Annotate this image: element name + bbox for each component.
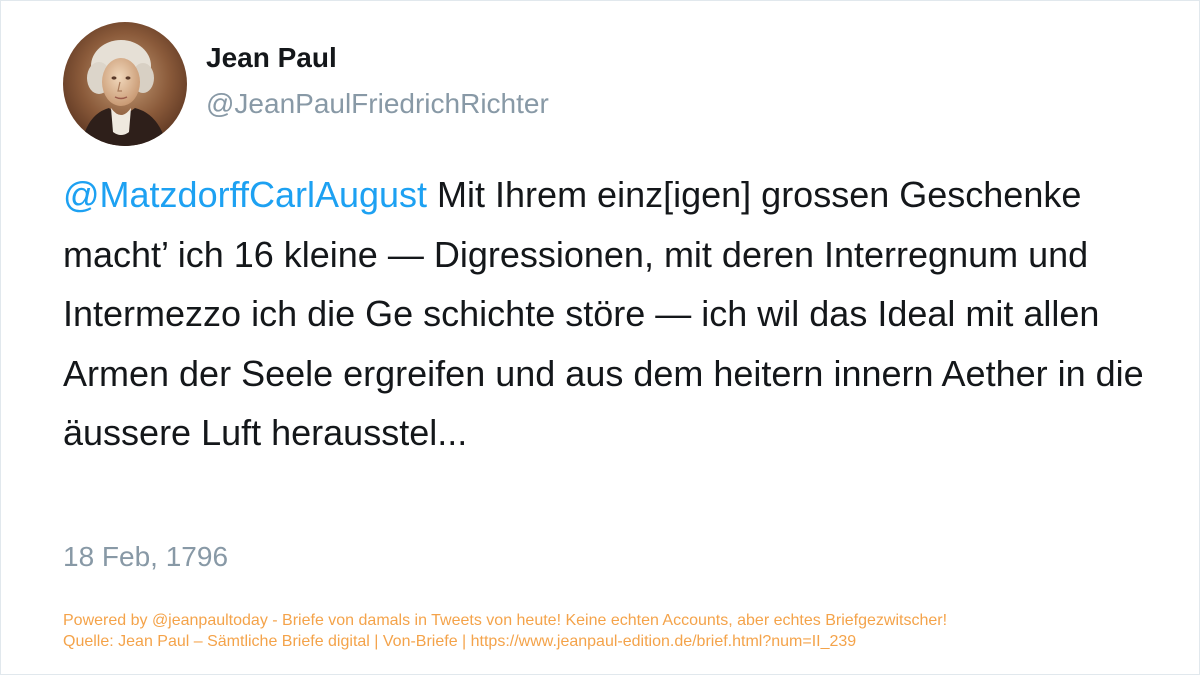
footer-source: Quelle: Jean Paul – Sämtliche Briefe dig… — [63, 633, 857, 650]
display-name[interactable]: Jean Paul — [206, 41, 549, 75]
user-handle[interactable]: @JeanPaulFriedrichRichter — [206, 87, 549, 121]
avatar[interactable] — [63, 22, 187, 146]
footer: Powered by @jeanpaultoday - Briefe von d… — [63, 610, 1173, 652]
footer-powered-by: Powered by @jeanpaultoday - Briefe von d… — [63, 612, 948, 629]
tweet-text: @MatzdorffCarlAugust Mit Ihrem einz[igen… — [63, 165, 1153, 463]
tweet-body: Mit Ihrem einz[igen] grossen Geschenke m… — [63, 174, 1144, 453]
tweet-header: Jean Paul @JeanPaulFriedrichRichter — [63, 21, 549, 147]
tweet-card: Jean Paul @JeanPaulFriedrichRichter @Mat… — [0, 0, 1200, 675]
portrait-icon — [63, 22, 187, 146]
tweet-date: 18 Feb, 1796 — [63, 541, 229, 572]
mention-link[interactable]: @MatzdorffCarlAugust — [63, 174, 427, 215]
user-names: Jean Paul @JeanPaulFriedrichRichter — [206, 42, 549, 121]
